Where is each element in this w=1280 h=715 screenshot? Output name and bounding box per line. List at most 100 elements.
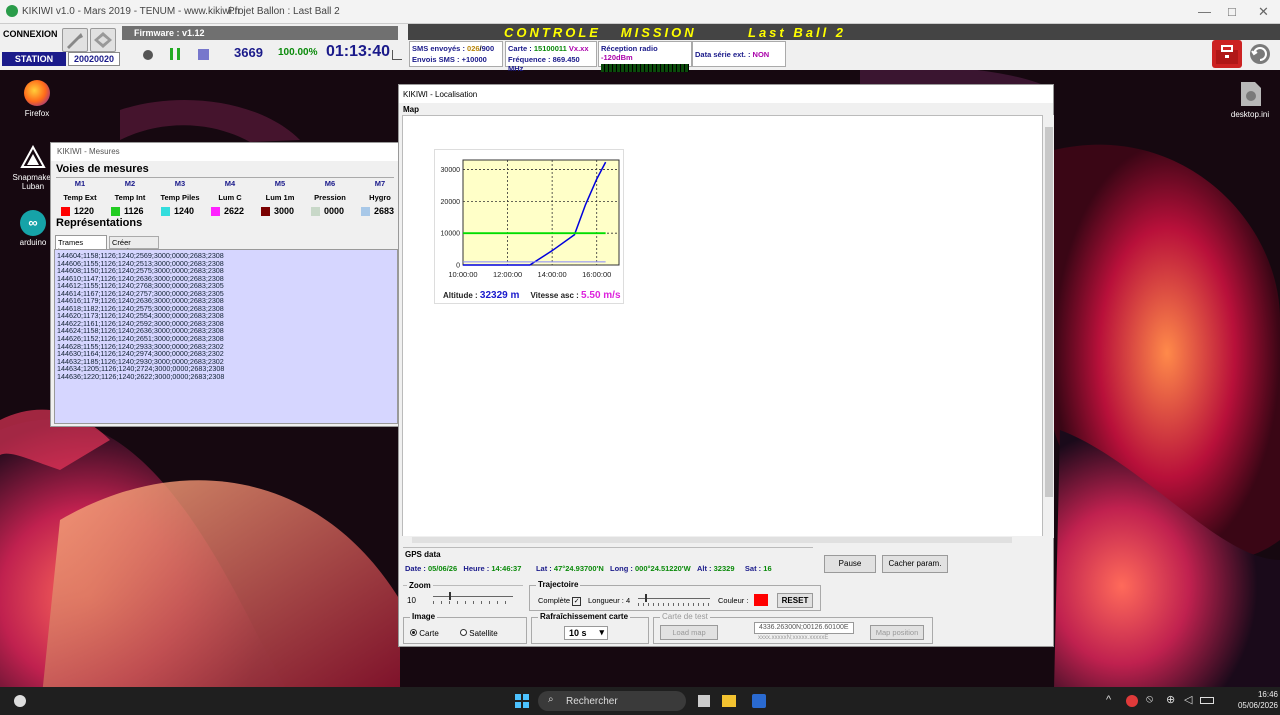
- complete-option[interactable]: Complète ✓: [538, 596, 582, 606]
- carte-value: 15100011: [533, 44, 567, 53]
- localisation-window: KIKIWI - Localisation Map 10:00:00 12:00:…: [398, 84, 1054, 647]
- minimize-button[interactable]: —: [1198, 4, 1211, 19]
- y-tick-label: 0: [456, 263, 460, 270]
- reset-button[interactable]: RESET: [777, 593, 813, 608]
- volume-icon[interactable]: ◁: [1184, 693, 1192, 706]
- channel-color-swatch[interactable]: [111, 206, 120, 216]
- carte-radio-dot[interactable]: [410, 629, 417, 636]
- cacher-param-button[interactable]: Cacher param.: [882, 555, 948, 573]
- mission-banner: CONTROLE MISSION Last Ball 2: [408, 24, 1280, 40]
- wrench-icon: [67, 33, 83, 49]
- radio-value: -120dBm: [601, 53, 633, 62]
- start-button[interactable]: [515, 694, 529, 708]
- radio-label: Réception radio: [601, 44, 658, 53]
- channel-id: M5: [274, 179, 286, 188]
- altitude-value: 32329 m: [480, 290, 520, 301]
- serial-panel: Data série ext. : NON: [692, 41, 786, 67]
- carte-panel: Carte : 15100011 Vx.xx Fréquence : 869.4…: [505, 41, 597, 73]
- taskbar-date[interactable]: 05/06/2026: [1224, 701, 1278, 710]
- channel-color-swatch[interactable]: [311, 206, 320, 216]
- longueur-slider[interactable]: [638, 594, 710, 608]
- trame-row[interactable]: 144636;1220;1126;1240;2622;3000;0000;268…: [57, 373, 395, 381]
- channel-color-swatch[interactable]: [61, 206, 70, 216]
- close-button[interactable]: ✕: [1258, 4, 1269, 20]
- longueur-value: 4: [626, 596, 631, 605]
- sms-panel: SMS envoyés : 026/900 Envois SMS : +1000…: [409, 41, 503, 67]
- channel-m2: M2 Temp Int 1126: [105, 179, 155, 219]
- tray-notification-icon[interactable]: ⦸: [1146, 693, 1153, 706]
- file-explorer-icon[interactable]: [722, 695, 736, 707]
- connect-button[interactable]: [62, 28, 88, 52]
- sms-sent-value: 026: [467, 44, 480, 53]
- plot-area: [462, 159, 620, 266]
- carte-radio[interactable]: Carte: [410, 629, 439, 638]
- map-vertical-scrollbar[interactable]: [1044, 115, 1054, 538]
- zoom-slider-thumb[interactable]: [449, 592, 451, 600]
- mesures-titlebar: KIKIWI - Mesures: [51, 143, 399, 161]
- couleur-swatch[interactable]: [754, 594, 768, 606]
- battery-icon[interactable]: [1200, 697, 1214, 704]
- satellite-radio[interactable]: Satellite: [460, 629, 498, 638]
- carte-test-group: Carte de test Load map 4336.26300N;00126…: [653, 612, 933, 644]
- toolbox-button[interactable]: [1212, 40, 1242, 68]
- trajectoire-group: Trajectoire Complète ✓ Longueur : 4 Coul…: [529, 580, 821, 611]
- complete-checkbox[interactable]: ✓: [572, 597, 582, 606]
- taskbar-time[interactable]: 16:46: [1226, 690, 1278, 699]
- firmware-label: Firmware : v1.12: [134, 28, 205, 38]
- channel-color-swatch[interactable]: [211, 206, 220, 216]
- coord-input[interactable]: 4336.26300N;00126.60100E: [754, 622, 854, 634]
- maximize-button[interactable]: □: [1228, 4, 1236, 19]
- scrollbar-thumb[interactable]: [412, 537, 1012, 543]
- channel-value: 1220: [74, 206, 95, 216]
- image-label: Image: [410, 612, 438, 621]
- record-button[interactable]: [143, 50, 153, 60]
- desktop-icon-desktop-ini[interactable]: desktop.ini: [1222, 80, 1278, 119]
- channel-color-swatch[interactable]: [261, 206, 270, 216]
- channel-color-swatch[interactable]: [361, 206, 370, 216]
- refresh-select[interactable]: 10 s ▾: [564, 626, 608, 640]
- kikiwi-logo-icon: [6, 5, 18, 17]
- settings-file-icon: [1241, 82, 1261, 106]
- network-icon[interactable]: ⊕: [1166, 693, 1175, 706]
- load-map-button[interactable]: Load map: [660, 625, 718, 640]
- tray-app-icon[interactable]: [1126, 695, 1138, 707]
- widgets-icon[interactable]: [14, 695, 26, 707]
- couleur-label: Couleur :: [718, 596, 749, 605]
- station-button[interactable]: STATION: [2, 52, 66, 66]
- channel-value: 2683: [374, 206, 395, 216]
- satellite-radio-dot[interactable]: [460, 629, 467, 636]
- refresh-label: Rafraîchissement carte: [538, 612, 631, 621]
- longueur-slider-thumb[interactable]: [645, 594, 648, 602]
- trames-list[interactable]: 144604;1158;1126;1240;2569;3000;0000;268…: [54, 249, 398, 424]
- windows-icon: [515, 694, 529, 708]
- search-box[interactable]: ⌕ Rechercher: [538, 691, 686, 711]
- stop-button[interactable]: [198, 49, 209, 60]
- zoom-slider[interactable]: [433, 592, 513, 606]
- pause-button[interactable]: Pause: [824, 555, 876, 573]
- mission-time: 01:13:40: [326, 43, 391, 60]
- x-tick-label: 16:00:00: [582, 270, 611, 279]
- store-icon[interactable]: [752, 694, 766, 708]
- desktop-icon-firefox[interactable]: Firefox: [12, 80, 62, 118]
- map-horizontal-scrollbar[interactable]: [402, 536, 1043, 544]
- tab-trames-brutes[interactable]: Trames brutes: [55, 235, 107, 256]
- pause-button[interactable]: [170, 48, 180, 60]
- channel-color-swatch[interactable]: [161, 206, 170, 216]
- x-tick-label: 12:00:00: [493, 270, 522, 279]
- voies-heading: Voies de mesures: [56, 163, 149, 175]
- refresh-button[interactable]: [1246, 42, 1274, 66]
- channel-name: Temp Piles: [160, 193, 200, 202]
- map-area[interactable]: 10:00:00 12:00:00 14:00:00 16:00:00 0 10000 20…: [402, 115, 1043, 538]
- channel-id: M4: [224, 179, 236, 188]
- coord-hint: xxxx.xxxxxN;xxxxx.xxxxxE: [758, 635, 829, 641]
- settings-button[interactable]: [90, 28, 116, 52]
- channel-value: 1126: [124, 206, 144, 216]
- tab-creer-graphe[interactable]: Créer graphe: [109, 236, 159, 256]
- tray-chevron-up-icon[interactable]: ^: [1106, 694, 1111, 706]
- scrollbar-thumb[interactable]: [1045, 127, 1053, 497]
- refresh-group: Rafraîchissement carte 10 s ▾: [531, 612, 649, 644]
- task-view-icon[interactable]: [698, 695, 710, 707]
- map-position-button[interactable]: Map position: [870, 625, 924, 640]
- reset-time-icon[interactable]: [392, 50, 402, 60]
- channel-value: 3000: [274, 206, 295, 216]
